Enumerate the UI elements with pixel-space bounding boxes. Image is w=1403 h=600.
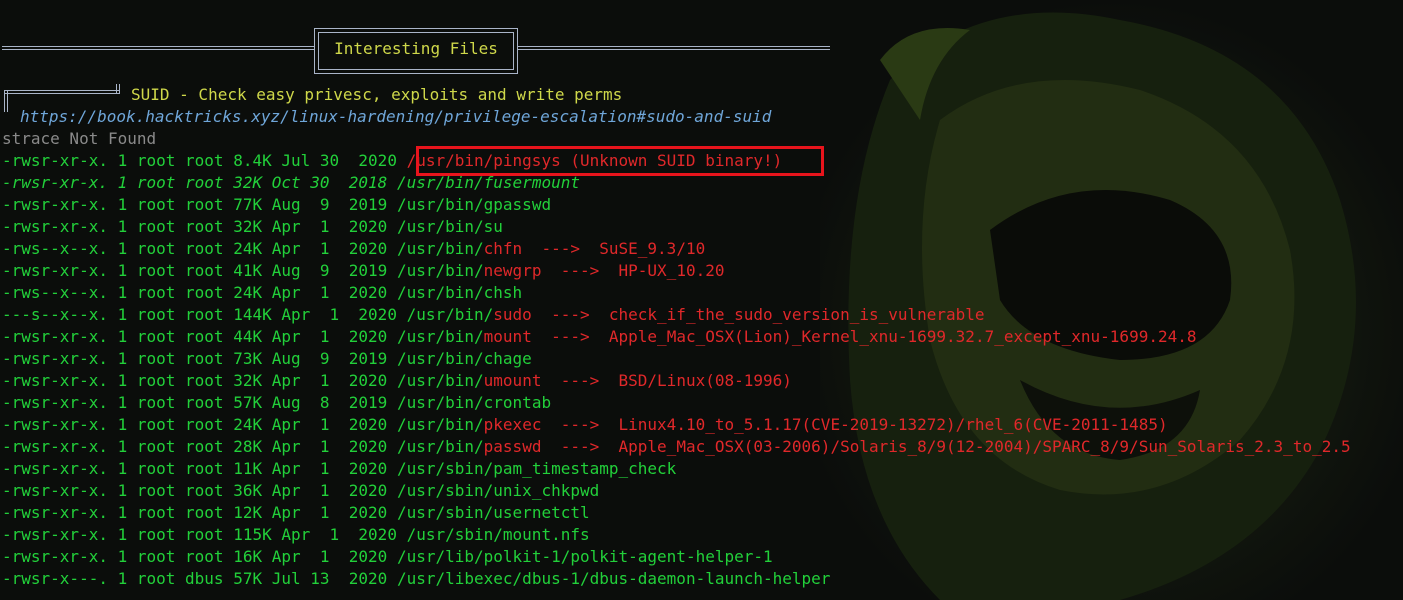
- section-marker-right: [116, 84, 120, 94]
- file-meta: ---s--x--x. 1 root root 144K Apr 1 2020: [2, 305, 407, 324]
- file-path: /usr/bin/: [396, 327, 484, 346]
- file-meta: -rwsr-xr-x. 1 root root 44K Apr 1 2020: [2, 327, 397, 346]
- file-meta: -rwsr-xr-x. 1 root root 32K Oct 30 2018: [2, 173, 397, 192]
- file-path: /usr/bin/: [396, 437, 484, 456]
- file-meta: -rwsr-x---. 1 root dbus 57K Jul 13 2020: [2, 569, 397, 588]
- exploit-note: ---> check_if_the_sudo_version_is_vulner…: [531, 305, 985, 324]
- file-path: /usr/bin/su: [396, 217, 503, 236]
- exploit-note: ---> HP-UX_10.20: [541, 261, 725, 280]
- status-line: strace Not Found: [2, 129, 157, 148]
- terminal-window: Interesting Files SUID - Check easy priv…: [0, 0, 1403, 600]
- file-row: -rwsr-xr-x. 1 root root 32K Apr 1 2020 /…: [2, 370, 792, 392]
- file-path: /usr/bin/chage: [396, 349, 532, 368]
- file-path: /usr/sbin/pam_timestamp_check: [396, 459, 677, 478]
- file-meta: -rwsr-xr-x. 1 root root 8.4K Jul 30 2020: [2, 151, 407, 170]
- header-rule-left: [2, 46, 314, 50]
- header-rule-right: [518, 46, 830, 50]
- file-path: /usr/bin/chsh: [396, 283, 523, 302]
- file-path: /usr/bin/: [396, 239, 484, 258]
- file-row: -rws--x--x. 1 root root 24K Apr 1 2020 /…: [2, 238, 705, 260]
- highlight-box: [416, 146, 824, 176]
- file-path: /usr/bin/crontab: [396, 393, 552, 412]
- file-meta: -rwsr-xr-x. 1 root root 11K Apr 1 2020: [2, 459, 397, 478]
- section-title: SUID - Check easy privesc, exploits and …: [131, 85, 623, 104]
- file-row: -rwsr-xr-x. 1 root root 57K Aug 8 2019 /…: [2, 392, 551, 414]
- file-meta: -rwsr-xr-x. 1 root root 77K Aug 9 2019: [2, 195, 397, 214]
- terminal-output: Interesting Files SUID - Check easy priv…: [0, 0, 1403, 600]
- file-row: -rwsr-xr-x. 1 root root 73K Aug 9 2019 /…: [2, 348, 532, 370]
- file-row: -rwsr-xr-x. 1 root root 12K Apr 1 2020 /…: [2, 502, 590, 524]
- file-meta: -rwsr-xr-x. 1 root root 28K Apr 1 2020: [2, 437, 397, 456]
- file-path: /usr/sbin/mount.nfs: [406, 525, 590, 544]
- file-meta: -rwsr-xr-x. 1 root root 24K Apr 1 2020: [2, 415, 397, 434]
- file-meta: -rwsr-xr-x. 1 root root 41K Aug 9 2019: [2, 261, 397, 280]
- file-row: -rwsr-xr-x. 1 root root 115K Apr 1 2020 …: [2, 524, 590, 546]
- exploit-note: ---> Apple_Mac_OSX(03-2006)/Solaris_8/9(…: [541, 437, 1351, 456]
- file-row: -rwsr-xr-x. 1 root root 28K Apr 1 2020 /…: [2, 436, 1351, 458]
- exploit-note: ---> Linux4.10_to_5.1.17(CVE-2019-13272)…: [541, 415, 1168, 434]
- file-name: passwd: [483, 437, 542, 456]
- exploit-note: ---> BSD/Linux(08-1996): [541, 371, 792, 390]
- file-row: -rwsr-xr-x. 1 root root 36K Apr 1 2020 /…: [2, 480, 599, 502]
- file-path: /usr/bin/: [406, 305, 494, 324]
- section-marker-left: [4, 90, 8, 112]
- file-name: newgrp: [483, 261, 542, 280]
- header-box: Interesting Files: [314, 28, 518, 74]
- section-link[interactable]: https://book.hacktricks.xyz/linux-harden…: [20, 106, 771, 128]
- file-meta: -rwsr-xr-x. 1 root root 16K Apr 1 2020: [2, 547, 397, 566]
- file-row: -rwsr-xr-x. 1 root root 44K Apr 1 2020 /…: [2, 326, 1197, 348]
- file-row: -rwsr-xr-x. 1 root root 41K Aug 9 2019 /…: [2, 260, 724, 282]
- file-name: umount: [483, 371, 542, 390]
- file-meta: -rwsr-xr-x. 1 root root 32K Apr 1 2020: [2, 217, 397, 236]
- section-marker-top: [4, 90, 120, 94]
- file-row: -rwsr-xr-x. 1 root root 32K Apr 1 2020 /…: [2, 216, 503, 238]
- file-meta: -rwsr-xr-x. 1 root root 32K Apr 1 2020: [2, 371, 397, 390]
- file-row: -rws--x--x. 1 root root 24K Apr 1 2020 /…: [2, 282, 522, 304]
- file-row: ---s--x--x. 1 root root 144K Apr 1 2020 …: [2, 304, 985, 326]
- file-path: /usr/bin/: [396, 415, 484, 434]
- file-path: /usr/bin/gpasswd: [396, 195, 552, 214]
- file-meta: -rwsr-xr-x. 1 root root 115K Apr 1 2020: [2, 525, 407, 544]
- file-name: mount: [483, 327, 532, 346]
- file-name: chfn: [483, 239, 523, 258]
- header-title: Interesting Files: [334, 39, 498, 58]
- file-path: /usr/sbin/usernetctl: [396, 503, 590, 522]
- file-name: sudo: [493, 305, 532, 324]
- file-meta: -rws--x--x. 1 root root 24K Apr 1 2020: [2, 239, 397, 258]
- file-meta: -rwsr-xr-x. 1 root root 57K Aug 8 2019: [2, 393, 397, 412]
- file-meta: -rws--x--x. 1 root root 24K Apr 1 2020: [2, 283, 397, 302]
- exploit-note: ---> Apple_Mac_OSX(Lion)_Kernel_xnu-1699…: [531, 327, 1197, 346]
- exploit-note: ---> SuSE_9.3/10: [522, 239, 706, 258]
- file-row: -rwsr-xr-x. 1 root root 11K Apr 1 2020 /…: [2, 458, 676, 480]
- file-meta: -rwsr-xr-x. 1 root root 12K Apr 1 2020: [2, 503, 397, 522]
- file-path: /usr/bin/: [396, 371, 484, 390]
- file-path: /usr/bin/: [396, 261, 484, 280]
- file-path: /usr/lib/polkit-1/polkit-agent-helper-1: [396, 547, 773, 566]
- file-path: /usr/libexec/dbus-1/dbus-daemon-launch-h…: [396, 569, 831, 588]
- file-row: -rwsr-xr-x. 1 root root 24K Apr 1 2020 /…: [2, 414, 1168, 436]
- file-row: -rwsr-x---. 1 root dbus 57K Jul 13 2020 …: [2, 568, 830, 590]
- file-row: -rwsr-xr-x. 1 root root 77K Aug 9 2019 /…: [2, 194, 551, 216]
- file-path: /usr/sbin/unix_chkpwd: [396, 481, 600, 500]
- file-meta: -rwsr-xr-x. 1 root root 36K Apr 1 2020: [2, 481, 397, 500]
- file-name: pkexec: [483, 415, 542, 434]
- file-row: -rwsr-xr-x. 1 root root 16K Apr 1 2020 /…: [2, 546, 773, 568]
- file-meta: -rwsr-xr-x. 1 root root 73K Aug 9 2019: [2, 349, 397, 368]
